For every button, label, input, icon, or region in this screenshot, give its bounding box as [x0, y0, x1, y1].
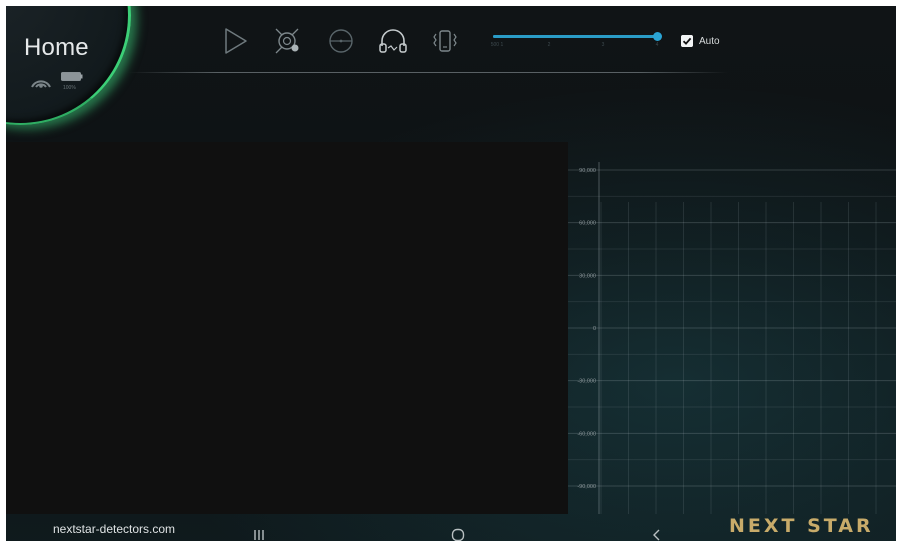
headphones-icon[interactable] — [378, 26, 408, 56]
signal-display-panel — [6, 142, 568, 514]
vibration-icon[interactable] — [430, 26, 460, 56]
slider-tick-label: 2 — [547, 42, 551, 48]
sensitivity-slider[interactable]: 500 1 2 3 4 — [489, 31, 662, 48]
target-sensor-icon[interactable] — [273, 26, 303, 56]
slider-tick-label: 500 1 — [490, 42, 504, 48]
auto-label: Auto — [699, 36, 720, 47]
slider-tick-label: 3 — [601, 42, 605, 48]
battery-icon — [61, 72, 83, 81]
chart-y-tick-label: 30,000 — [579, 273, 596, 279]
chart-y-tick-label: -60,000 — [577, 431, 596, 437]
signal-strength-icon — [31, 80, 51, 88]
chart-y-tick-label: 90,000 — [579, 168, 596, 174]
site-url: nextstar-detectors.com — [53, 522, 176, 536]
back-chevron-icon[interactable] — [645, 523, 669, 547]
battery-percent: 100% — [63, 85, 76, 91]
slider-tick-label: 4 — [655, 42, 659, 48]
detector-screen: Home 100% 500 1 2 3 4 Auto 90,000 60,000… — [0, 0, 902, 549]
chart-y-tick-label: -30,000 — [577, 379, 596, 385]
home-dial[interactable] — [0, 0, 131, 125]
slider-fill — [493, 35, 657, 38]
chart-y-tick-label: 0 — [593, 326, 596, 332]
play-icon[interactable] — [220, 26, 250, 56]
auto-checkbox[interactable] — [681, 35, 693, 47]
toolbar-divider — [128, 72, 728, 73]
home-circle-icon[interactable] — [446, 523, 470, 547]
chart-svg: 90,000 60,000 30,000 0 -30,000 -60,000 -90,000 — [568, 162, 896, 514]
brand-logo: NEXT STAR — [729, 515, 874, 537]
signal-chart: 90,000 60,000 30,000 0 -30,000 -60,000 -90,000 — [568, 142, 896, 514]
page-title: Home — [24, 34, 89, 61]
chart-y-tick-label: -90,000 — [577, 484, 596, 490]
slider-thumb[interactable] — [653, 32, 662, 41]
chart-y-tick-label: 60,000 — [579, 221, 596, 227]
recent-apps-icon[interactable] — [247, 523, 271, 547]
disc-sweep-icon[interactable] — [326, 26, 356, 56]
